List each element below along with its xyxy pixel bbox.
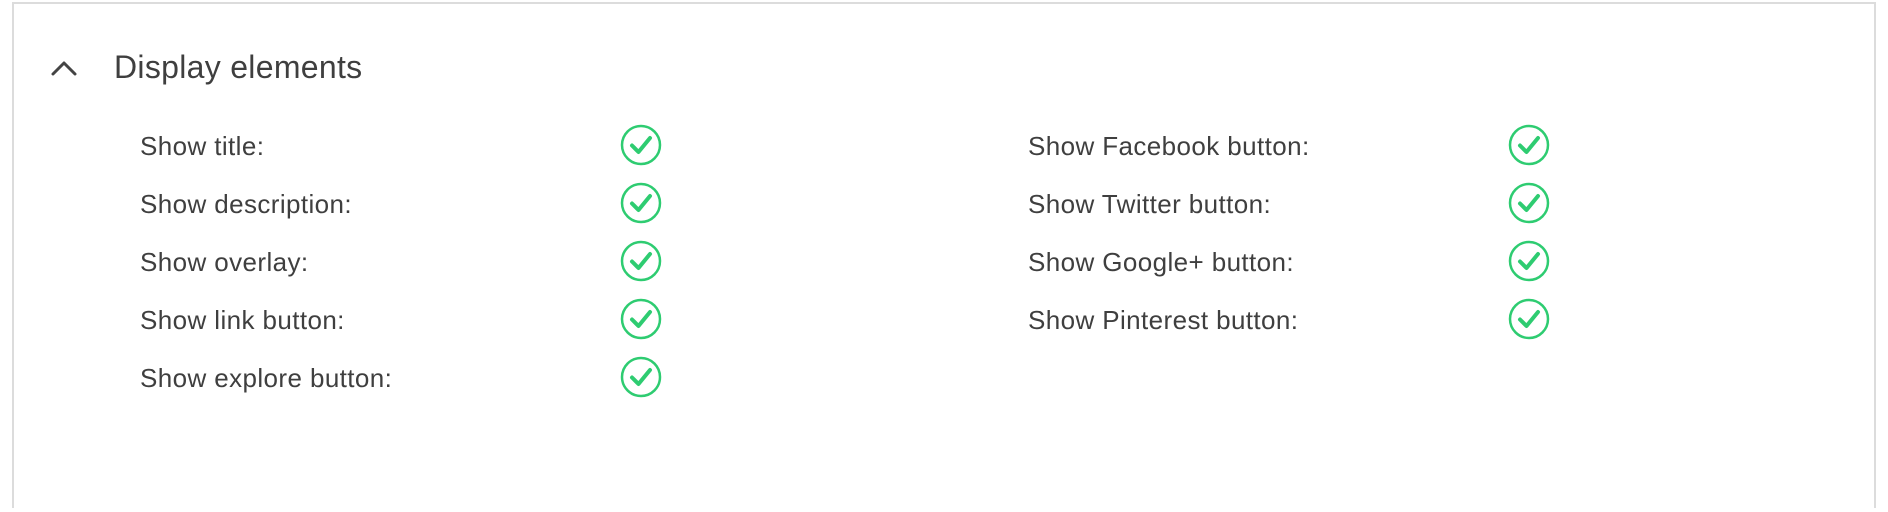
checkmark-circle-icon[interactable] [1508, 124, 1550, 166]
option-label: Show Twitter button: [1028, 189, 1272, 219]
option-label: Show title: [140, 131, 265, 161]
checkmark-circle-icon[interactable] [1508, 240, 1550, 282]
checkmark-circle-icon[interactable] [620, 240, 662, 282]
right-options-column: Show Facebook button: Show Twitter butto… [1028, 120, 1588, 352]
option-row-show-facebook-button: Show Facebook button: [1028, 120, 1588, 178]
option-row-show-google-plus-button: Show Google+ button: [1028, 236, 1588, 294]
option-row-show-explore-button: Show explore button: [140, 352, 700, 410]
checkmark-circle-icon[interactable] [1508, 182, 1550, 224]
option-label: Show Facebook button: [1028, 131, 1310, 161]
option-label: Show Google+ button: [1028, 247, 1295, 277]
option-label: Show description: [140, 189, 353, 219]
option-label: Show explore button: [140, 363, 393, 393]
checkmark-circle-icon[interactable] [620, 356, 662, 398]
panel-header[interactable]: Display elements [14, 4, 1874, 128]
option-label: Show Pinterest button: [1028, 305, 1299, 335]
option-row-show-link-button: Show link button: [140, 294, 700, 352]
option-row-show-pinterest-button: Show Pinterest button: [1028, 294, 1588, 352]
checkmark-circle-icon[interactable] [620, 182, 662, 224]
option-label: Show link button: [140, 305, 345, 335]
option-label: Show overlay: [140, 247, 309, 277]
checkmark-circle-icon[interactable] [620, 124, 662, 166]
panel-title: Display elements [114, 49, 363, 85]
display-elements-panel: Display elements Show title: Show descri… [12, 2, 1876, 508]
option-row-show-twitter-button: Show Twitter button: [1028, 178, 1588, 236]
chevron-up-icon[interactable] [44, 50, 84, 86]
option-row-show-overlay: Show overlay: [140, 236, 700, 294]
checkmark-circle-icon[interactable] [1508, 298, 1550, 340]
left-options-column: Show title: Show description: Show overl… [140, 120, 700, 410]
checkmark-circle-icon[interactable] [620, 298, 662, 340]
option-row-show-title: Show title: [140, 120, 700, 178]
option-row-show-description: Show description: [140, 178, 700, 236]
